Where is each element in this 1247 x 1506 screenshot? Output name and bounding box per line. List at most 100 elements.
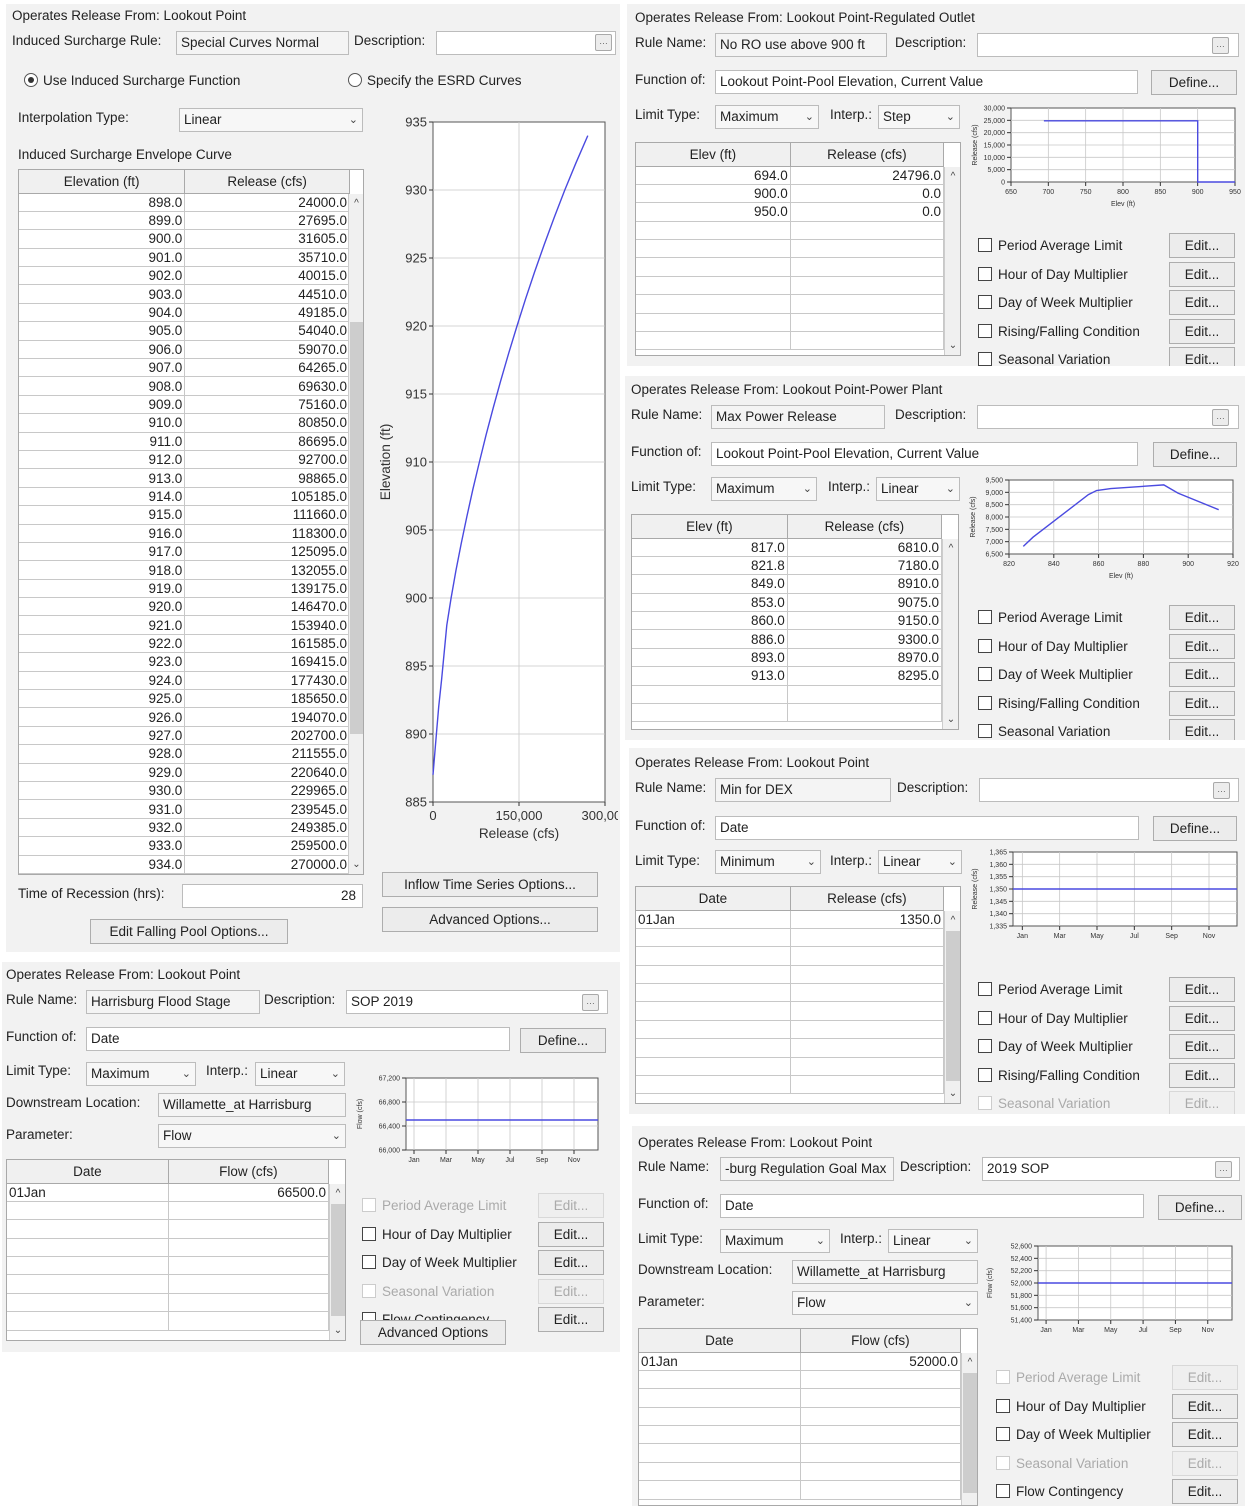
cell-value[interactable]: 132055.0 — [184, 560, 350, 580]
edit-button[interactable]: Edit... — [1169, 719, 1235, 740]
edit-button[interactable]: Edit... — [1169, 1005, 1235, 1031]
table-row[interactable] — [7, 1256, 330, 1276]
cell-value[interactable] — [168, 1274, 330, 1294]
function-field[interactable]: Date — [86, 1027, 510, 1051]
table-row[interactable]: 915.0 111660.0 — [19, 505, 350, 525]
cell-value[interactable] — [168, 1201, 330, 1221]
column-header[interactable]: Flow (cfs) — [168, 1160, 330, 1184]
cell-key[interactable]: 921.0 — [19, 615, 186, 635]
vertical-scrollbar[interactable]: ^ ⌄ — [348, 194, 363, 874]
table-row[interactable] — [636, 1001, 945, 1021]
date-flow-table[interactable]: Date Flow (cfs) 01Jan 52000.0 ^ — [638, 1328, 978, 1506]
ellipsis-icon[interactable]: … — [595, 34, 612, 51]
scroll-up-icon[interactable]: ^ — [943, 541, 958, 557]
cell-key[interactable]: 01Jan — [636, 910, 791, 929]
scroll-down-icon[interactable]: ⌄ — [943, 712, 958, 728]
edit-button[interactable]: Edit... — [538, 1221, 604, 1247]
table-row[interactable] — [636, 965, 945, 985]
cell-value[interactable]: 9075.0 — [787, 593, 943, 613]
radio-esrd-curves[interactable]: Specify the ESRD Curves — [348, 73, 522, 89]
cell-key[interactable] — [639, 1370, 801, 1390]
edit-button[interactable]: Edit... — [1169, 977, 1235, 1002]
define-button[interactable]: Define... — [520, 1028, 606, 1053]
cell-value[interactable] — [787, 685, 943, 705]
cell-key[interactable]: 918.0 — [19, 560, 186, 580]
limit-type-select[interactable]: Minimum ⌄ — [715, 850, 821, 874]
inflow-options-button[interactable]: Inflow Time Series Options... — [382, 872, 598, 897]
cell-key[interactable]: 901.0 — [19, 248, 186, 268]
edit-button[interactable]: Edit... — [1169, 662, 1235, 688]
table-row[interactable]: 923.0 169415.0 — [19, 652, 350, 672]
function-field[interactable]: Date — [715, 816, 1139, 840]
cell-key[interactable]: 916.0 — [19, 524, 186, 543]
cell-key[interactable]: 912.0 — [19, 450, 186, 470]
limit-type-select[interactable]: Maximum ⌄ — [711, 477, 817, 501]
cell-value[interactable]: 35710.0 — [184, 248, 350, 268]
edit-button[interactable]: Edit... — [1172, 1422, 1238, 1448]
column-header[interactable]: Elev (ft) — [632, 515, 788, 539]
cell-key[interactable] — [636, 1075, 791, 1095]
cell-value[interactable] — [790, 313, 945, 333]
downstream-field[interactable]: Willamette_at Harrisburg — [792, 1260, 978, 1284]
checkbox-day-of-week-multiplier[interactable]: Day of Week Multiplier — [978, 295, 1133, 311]
cell-key[interactable] — [7, 1238, 169, 1258]
table-row[interactable] — [7, 1238, 330, 1258]
cell-key[interactable] — [639, 1480, 801, 1500]
cell-key[interactable]: 920.0 — [19, 597, 186, 617]
parameter-select[interactable]: Flow ⌄ — [158, 1124, 346, 1148]
checkbox-icon[interactable] — [996, 1398, 1010, 1413]
vertical-scrollbar[interactable]: ^ ⌄ — [942, 539, 958, 729]
table-row[interactable] — [636, 239, 945, 259]
rule-name-field[interactable]: Harrisburg Flood Stage — [86, 990, 260, 1014]
cell-key[interactable]: 898.0 — [19, 193, 186, 212]
table-row[interactable] — [632, 685, 943, 705]
checkbox-icon[interactable] — [978, 667, 992, 682]
cell-key[interactable]: 926.0 — [19, 707, 186, 727]
checkbox-icon[interactable] — [996, 1427, 1010, 1442]
vertical-scrollbar[interactable]: ^ ⌄ — [329, 1184, 345, 1340]
description-field[interactable]: SOP 2019 — [346, 990, 608, 1014]
checkbox-icon[interactable] — [362, 1226, 376, 1241]
table-row[interactable]: 860.0 9150.0 — [632, 611, 943, 631]
cell-value[interactable] — [168, 1311, 330, 1331]
cell-value[interactable]: 86695.0 — [184, 432, 350, 451]
cell-key[interactable]: 849.0 — [632, 574, 788, 594]
checkbox-rising-falling-condition[interactable]: Rising/Falling Condition — [978, 323, 1140, 340]
table-row[interactable]: 900.0 31605.0 — [19, 229, 350, 249]
cell-value[interactable] — [168, 1256, 330, 1276]
interp-select[interactable]: Linear ⌄ — [179, 108, 363, 132]
table-row[interactable]: 853.0 9075.0 — [632, 593, 943, 613]
checkbox-icon[interactable] — [978, 1010, 992, 1025]
cell-key[interactable]: 902.0 — [19, 266, 186, 286]
envelope-table[interactable]: Elevation (ft) Release (cfs) 898.0 24000.0… — [18, 169, 364, 875]
cell-key[interactable]: 911.0 — [19, 432, 186, 451]
cell-value[interactable] — [168, 1293, 330, 1313]
cell-key[interactable]: 01Jan — [7, 1183, 169, 1202]
description-field[interactable] — [977, 405, 1239, 429]
cell-value[interactable] — [790, 1038, 945, 1058]
checkbox-hour-of-day-multiplier[interactable]: Hour of Day Multiplier — [978, 1010, 1128, 1027]
cell-key[interactable] — [636, 257, 791, 277]
edit-button[interactable]: Edit... — [1169, 233, 1235, 258]
table-row[interactable]: 927.0 202700.0 — [19, 726, 350, 746]
checkbox-day-of-week-multiplier[interactable]: Day of Week Multiplier — [996, 1427, 1151, 1443]
column-header[interactable]: Release (cfs) — [790, 143, 945, 167]
edit-button[interactable]: Edit... — [1169, 347, 1235, 366]
table-row[interactable]: 893.0 8970.0 — [632, 648, 943, 668]
cell-key[interactable] — [7, 1256, 169, 1276]
table-row[interactable]: 913.0 8295.0 — [632, 666, 943, 686]
table-row[interactable]: 914.0 105185.0 — [19, 487, 350, 507]
cell-value[interactable]: 69630.0 — [184, 376, 350, 396]
cell-value[interactable]: 27695.0 — [184, 211, 350, 231]
table-row[interactable] — [639, 1370, 962, 1390]
cell-key[interactable]: 931.0 — [19, 799, 186, 819]
cell-key[interactable]: 915.0 — [19, 505, 186, 525]
falling-pool-button[interactable]: Edit Falling Pool Options... — [90, 919, 288, 944]
cell-key[interactable]: 907.0 — [19, 358, 186, 378]
cell-value[interactable]: 92700.0 — [184, 450, 350, 470]
cell-key[interactable] — [636, 294, 791, 314]
edit-button[interactable]: Edit... — [1169, 605, 1235, 630]
cell-key[interactable] — [636, 239, 791, 259]
table-row[interactable]: 925.0 185650.0 — [19, 689, 350, 709]
cell-value[interactable] — [790, 276, 945, 296]
